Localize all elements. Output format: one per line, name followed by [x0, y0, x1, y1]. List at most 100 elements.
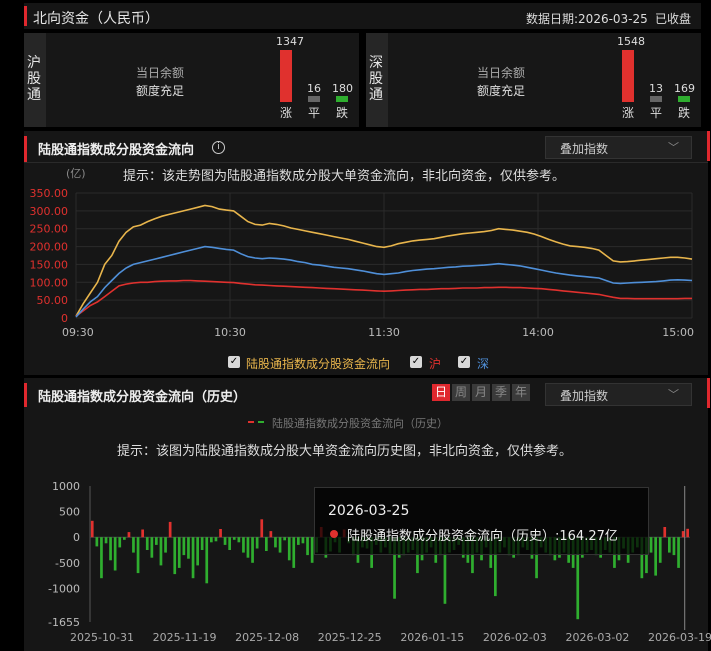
bar [219, 529, 222, 538]
sz-up-bar [622, 50, 634, 102]
sh-balance-label: 当日余额 [136, 66, 185, 80]
legend-total-checkbox[interactable]: ✓ [228, 356, 240, 368]
history-tooltip: 2026-03-25 陆股通指数成分股资金流向（历史）:164.27亿 [314, 487, 649, 555]
bar [173, 537, 177, 575]
x-tick-label: 2026-03-02 [565, 631, 629, 644]
bar [132, 537, 135, 553]
bar [265, 537, 268, 551]
bar [287, 537, 291, 561]
x-tick-label: 14:00 [522, 326, 554, 339]
bar [658, 537, 662, 563]
y-tick-label: 50.00 [37, 294, 69, 307]
bar [187, 537, 190, 559]
y-tick-label: 1000 [52, 480, 80, 493]
sz-flat-count: 13 [649, 82, 663, 95]
history-overlay-dropdown[interactable]: 叠加指数 ﹀ [545, 383, 692, 406]
bar [681, 531, 685, 538]
x-tick-label: 15:00 [662, 326, 694, 339]
tab-week[interactable]: 周 [452, 384, 470, 401]
bar [182, 537, 186, 556]
tooltip-text: 陆股通指数成分股资金流向（历史）:164.27亿 [347, 529, 618, 544]
y-tick-label: 200.00 [30, 241, 69, 254]
tab-month[interactable]: 月 [472, 384, 490, 401]
bar [255, 537, 259, 549]
history-dropdown-label: 叠加指数 [560, 389, 609, 403]
bar [164, 537, 167, 553]
data-date: 数据日期:2026-03-25 [526, 12, 648, 26]
info-circle-icon[interactable]: i [212, 141, 225, 154]
sh-up-bar [280, 50, 292, 102]
bar [292, 537, 296, 568]
x-tick-label: 2025-12-25 [318, 631, 382, 644]
bar [177, 537, 181, 568]
sz-up-label: 涨 [622, 106, 635, 120]
bar [113, 537, 117, 571]
bar [127, 532, 131, 538]
intraday-overlay-dropdown[interactable]: 叠加指数 ﹀ [545, 136, 692, 159]
x-tick-label: 2025-12-08 [235, 631, 299, 644]
header-accent [24, 6, 27, 26]
x-tick-label: 09:30 [62, 326, 94, 339]
y-tick-label: -500 [55, 557, 80, 570]
y-tick-label: -1655 [48, 616, 80, 629]
y-tick-label: 500 [59, 506, 80, 519]
bar [210, 537, 213, 543]
page-title: 北向资金（人民币） [33, 11, 159, 27]
bar [274, 537, 277, 548]
tooltip-date: 2026-03-25 [328, 503, 410, 519]
sz-down-bar [678, 96, 690, 102]
sz-name: 深股通 [369, 55, 383, 103]
sh-flat-count: 16 [307, 82, 321, 95]
sz-balance-value: 额度充足 [477, 84, 526, 98]
bar [242, 537, 245, 553]
tab-quarter[interactable]: 季 [492, 384, 510, 401]
sz-down-label: 跌 [678, 106, 691, 120]
bar [278, 537, 282, 553]
bar [228, 537, 231, 550]
x-tick-label: 2026-02-03 [483, 631, 547, 644]
bar [118, 537, 122, 548]
bar [297, 537, 300, 545]
history-accent [24, 383, 27, 407]
bar [232, 537, 236, 540]
tab-day[interactable]: 日 [432, 384, 450, 401]
y-tick-label: -1000 [48, 582, 80, 595]
legend-sz-checkbox[interactable]: ✓ [458, 356, 470, 368]
sz-balance-label: 当日余额 [477, 66, 526, 80]
bar [155, 537, 158, 545]
sz-up-count: 1548 [617, 35, 645, 48]
bar [90, 520, 94, 538]
x-tick-label: 10:30 [214, 326, 246, 339]
bar [141, 529, 144, 538]
bar [109, 537, 112, 561]
history-legend-label: 陆股通指数成分股资金流向（历史） [272, 417, 448, 430]
bar [104, 537, 108, 544]
bar [150, 537, 154, 558]
intraday-divider [24, 162, 708, 163]
bar [136, 537, 140, 574]
sh-flat-bar [308, 96, 320, 102]
legend-total-label: 陆股通指数成分股资金流向 [246, 357, 391, 371]
tab-year[interactable]: 年 [512, 384, 530, 401]
intraday-accent-right [707, 131, 710, 161]
bar [251, 537, 254, 563]
sh-down-bar [336, 96, 348, 102]
bar [223, 537, 227, 545]
market-status: 已收盘 [655, 12, 692, 26]
y-tick-label: 300.00 [30, 205, 69, 218]
legend-sh-checkbox[interactable]: ✓ [410, 356, 422, 368]
sh-balance-value: 额度充足 [136, 84, 185, 98]
legend-sh-label: 沪 [429, 357, 442, 371]
history-accent-right [707, 378, 710, 408]
sh-flat-label: 平 [308, 106, 321, 120]
sh-down-count: 180 [332, 82, 353, 95]
intraday-chart: 350.00 300.00 250.00 200.00 150.00 100.00 50.0… [30, 187, 695, 339]
sz-flat-bar [650, 96, 662, 102]
history-legend-swatch-2 [258, 421, 264, 423]
bar [269, 531, 273, 538]
bar [672, 537, 676, 556]
bar [191, 537, 195, 579]
bar [654, 537, 657, 576]
y-tick-label: 350.00 [30, 187, 69, 200]
legend-sz-label: 深 [477, 357, 490, 371]
